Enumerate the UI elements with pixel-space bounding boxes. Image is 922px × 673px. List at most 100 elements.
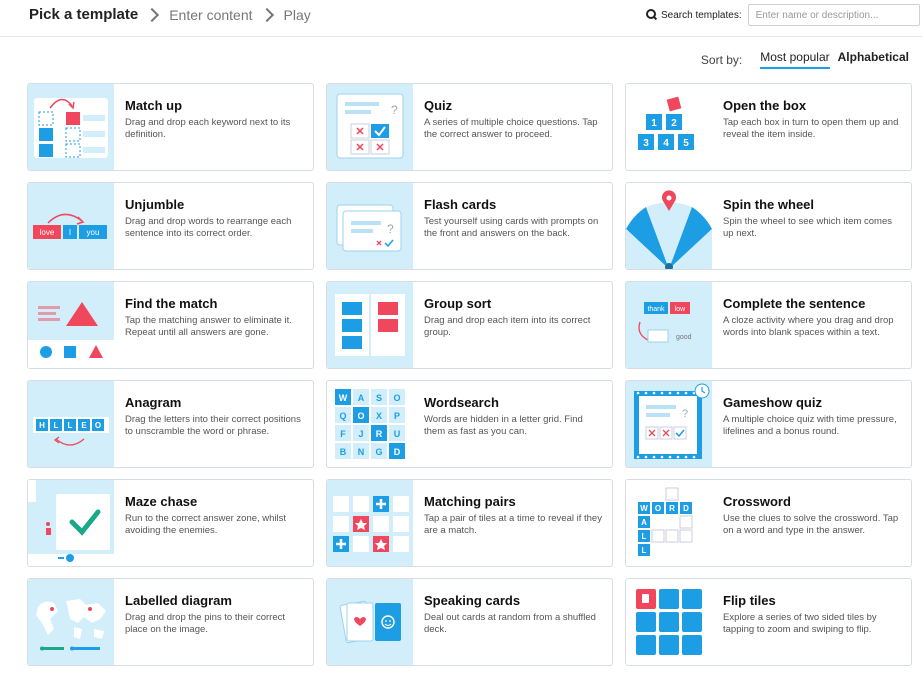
spin-the-wheel-icon bbox=[626, 183, 712, 269]
template-description: Use the clues to solve the crossword. Ta… bbox=[723, 513, 899, 536]
template-title: Group sort bbox=[424, 296, 492, 311]
template-card-unjumble[interactable]: love I you Unjumble Drag and drop words … bbox=[27, 182, 314, 270]
template-description: Spin the wheel to see which item comes u… bbox=[723, 216, 892, 239]
breadcrumb-step-play: Play bbox=[283, 6, 311, 23]
template-card-anagram[interactable]: H L L E O Anagram Drag the letters into … bbox=[27, 380, 314, 468]
wordsearch-letter: O bbox=[393, 393, 400, 403]
template-card-find-the-match[interactable]: Find the match Tap the matching answer t… bbox=[27, 281, 314, 369]
template-card-speaking-cards[interactable]: Speaking cards Deal out cards at random … bbox=[326, 578, 613, 666]
sort-most-popular[interactable]: Most popular bbox=[760, 50, 830, 69]
template-description: A cloze activity where you drag and drop… bbox=[723, 315, 894, 338]
wordsearch-letter: A bbox=[358, 393, 365, 403]
flash-cards-icon: ? bbox=[327, 183, 413, 269]
svg-text:5: 5 bbox=[683, 138, 689, 149]
svg-text:2: 2 bbox=[671, 118, 677, 129]
template-card-crossword[interactable]: W O R D A L L Crossword Use the clues to… bbox=[625, 479, 912, 567]
template-card-open-the-box[interactable]: 1 2 3 4 5 Open the box Tap each box in t… bbox=[625, 83, 912, 171]
template-card-wordsearch[interactable]: WA S O Q O X P F J R U B NG D Wordsearch Words are hi… bbox=[326, 380, 613, 468]
template-card-matching-pairs[interactable]: Matching pairs Tap a pair of tiles at a … bbox=[326, 479, 613, 567]
search-area: Search templates: bbox=[646, 4, 920, 26]
anagram-letter: L bbox=[54, 421, 59, 430]
wordsearch-letter: G bbox=[375, 447, 382, 457]
complete-the-sentence-icon: thank low good bbox=[626, 282, 712, 368]
template-title: Maze chase bbox=[125, 494, 198, 509]
template-card-quiz[interactable]: ? Quiz A series of multiple choice quest… bbox=[326, 83, 613, 171]
group-sort-icon bbox=[327, 282, 413, 368]
svg-text:?: ? bbox=[391, 103, 398, 117]
template-card-flash-cards[interactable]: ? Flash cards Test yourself using cards … bbox=[326, 182, 613, 270]
crossword-letter: L bbox=[642, 532, 647, 541]
template-description: Deal out cards at random from a shuffled… bbox=[424, 612, 596, 635]
sort-bar: Sort by: Most popular Alphabetical bbox=[701, 50, 909, 69]
template-card-spin-the-wheel[interactable]: Spin the wheel Spin the wheel to see whi… bbox=[625, 182, 912, 270]
wordsearch-letter: J bbox=[358, 429, 363, 439]
matching-pairs-icon bbox=[327, 480, 413, 566]
svg-text:?: ? bbox=[682, 408, 688, 420]
template-description: Drag the letters into their correct posi… bbox=[125, 414, 301, 437]
template-title: Speaking cards bbox=[424, 593, 521, 608]
template-title: Complete the sentence bbox=[723, 296, 866, 311]
svg-text:?: ? bbox=[387, 222, 394, 236]
crossword-icon: W O R D A L L bbox=[626, 480, 712, 566]
speaking-cards-icon bbox=[327, 579, 413, 665]
wordsearch-letter: R bbox=[376, 429, 383, 439]
unjumble-word: love bbox=[40, 228, 55, 237]
template-title: Unjumble bbox=[125, 197, 185, 212]
wordsearch-letter: O bbox=[357, 411, 364, 421]
flip-tiles-icon bbox=[626, 579, 712, 665]
template-card-maze-chase[interactable]: Maze chase Run to the correct answer zon… bbox=[27, 479, 314, 567]
template-description: A multiple choice quiz with time pressur… bbox=[723, 414, 897, 437]
crossword-letter: A bbox=[641, 518, 647, 527]
template-title: Open the box bbox=[723, 98, 807, 113]
anagram-letter: O bbox=[95, 421, 101, 430]
sort-alphabetical[interactable]: Alphabetical bbox=[838, 50, 909, 69]
wordsearch-letter: S bbox=[376, 393, 382, 403]
breadcrumb-step-pick-template[interactable]: Pick a template bbox=[29, 6, 138, 23]
unjumble-word: you bbox=[87, 228, 100, 237]
template-card-complete-the-sentence[interactable]: thank low good Complete the sentence A c… bbox=[625, 281, 912, 369]
crossword-letter: D bbox=[683, 504, 689, 513]
template-description: Explore a series of two sided tiles by t… bbox=[723, 612, 877, 635]
open-the-box-icon: 1 2 3 4 5 bbox=[626, 84, 712, 170]
template-description: Drag and drop each item into its correct… bbox=[424, 315, 591, 338]
match-up-icon bbox=[28, 84, 114, 170]
chevron-right-icon bbox=[259, 7, 274, 22]
template-description: Tap the matching answer to eliminate it.… bbox=[125, 315, 292, 338]
anagram-letter: E bbox=[81, 421, 87, 430]
template-card-match-up[interactable]: Match up Drag and drop each keyword next… bbox=[27, 83, 314, 171]
breadcrumb: Pick a template Enter content Play bbox=[29, 6, 311, 23]
template-description: Test yourself using cards with prompts o… bbox=[424, 216, 599, 239]
template-description: Tap each box in turn to open them up and… bbox=[723, 117, 899, 140]
template-grid: Match up Drag and drop each keyword next… bbox=[27, 83, 912, 666]
template-description: Drag and drop each keyword next to its d… bbox=[125, 117, 291, 140]
labelled-diagram-icon bbox=[28, 579, 114, 665]
sort-label: Sort by: bbox=[700, 52, 743, 67]
template-title: Match up bbox=[125, 98, 183, 113]
template-title: Flip tiles bbox=[723, 593, 776, 608]
template-card-flip-tiles[interactable]: Flip tiles Explore a series of two sided… bbox=[625, 578, 912, 666]
wordsearch-letter: Q bbox=[339, 411, 346, 421]
breadcrumb-step-enter-content: Enter content bbox=[169, 6, 253, 23]
crossword-letter: L bbox=[642, 546, 647, 555]
template-title: Anagram bbox=[125, 395, 182, 410]
template-title: Spin the wheel bbox=[723, 197, 815, 212]
search-input[interactable] bbox=[747, 4, 920, 26]
anagram-letter: H bbox=[39, 421, 45, 430]
template-title: Find the match bbox=[125, 296, 218, 311]
template-description: Drag and drop the pins to their correct … bbox=[125, 612, 286, 635]
template-description: Drag and drop words to rearrange each se… bbox=[125, 216, 292, 239]
template-card-labelled-diagram[interactable]: Labelled diagram Drag and drop the pins … bbox=[27, 578, 314, 666]
top-bar: Pick a template Enter content Play Searc… bbox=[0, 0, 922, 37]
maze-chase-icon bbox=[28, 480, 114, 566]
template-title: Quiz bbox=[424, 98, 453, 113]
chevron-right-icon bbox=[145, 7, 160, 22]
template-card-gameshow-quiz[interactable]: ? Gameshow quiz A multiple choice quiz w… bbox=[625, 380, 912, 468]
search-icon bbox=[646, 9, 658, 21]
unjumble-word: I bbox=[69, 228, 71, 237]
unjumble-icon: love I you bbox=[28, 183, 114, 269]
gameshow-quiz-icon: ? bbox=[626, 381, 712, 467]
wordsearch-letter: X bbox=[376, 411, 382, 421]
anagram-letter: L bbox=[68, 421, 73, 430]
template-card-group-sort[interactable]: Group sort Drag and drop each item into … bbox=[326, 281, 613, 369]
template-description: Tap a pair of tiles at a time to reveal … bbox=[424, 513, 602, 536]
